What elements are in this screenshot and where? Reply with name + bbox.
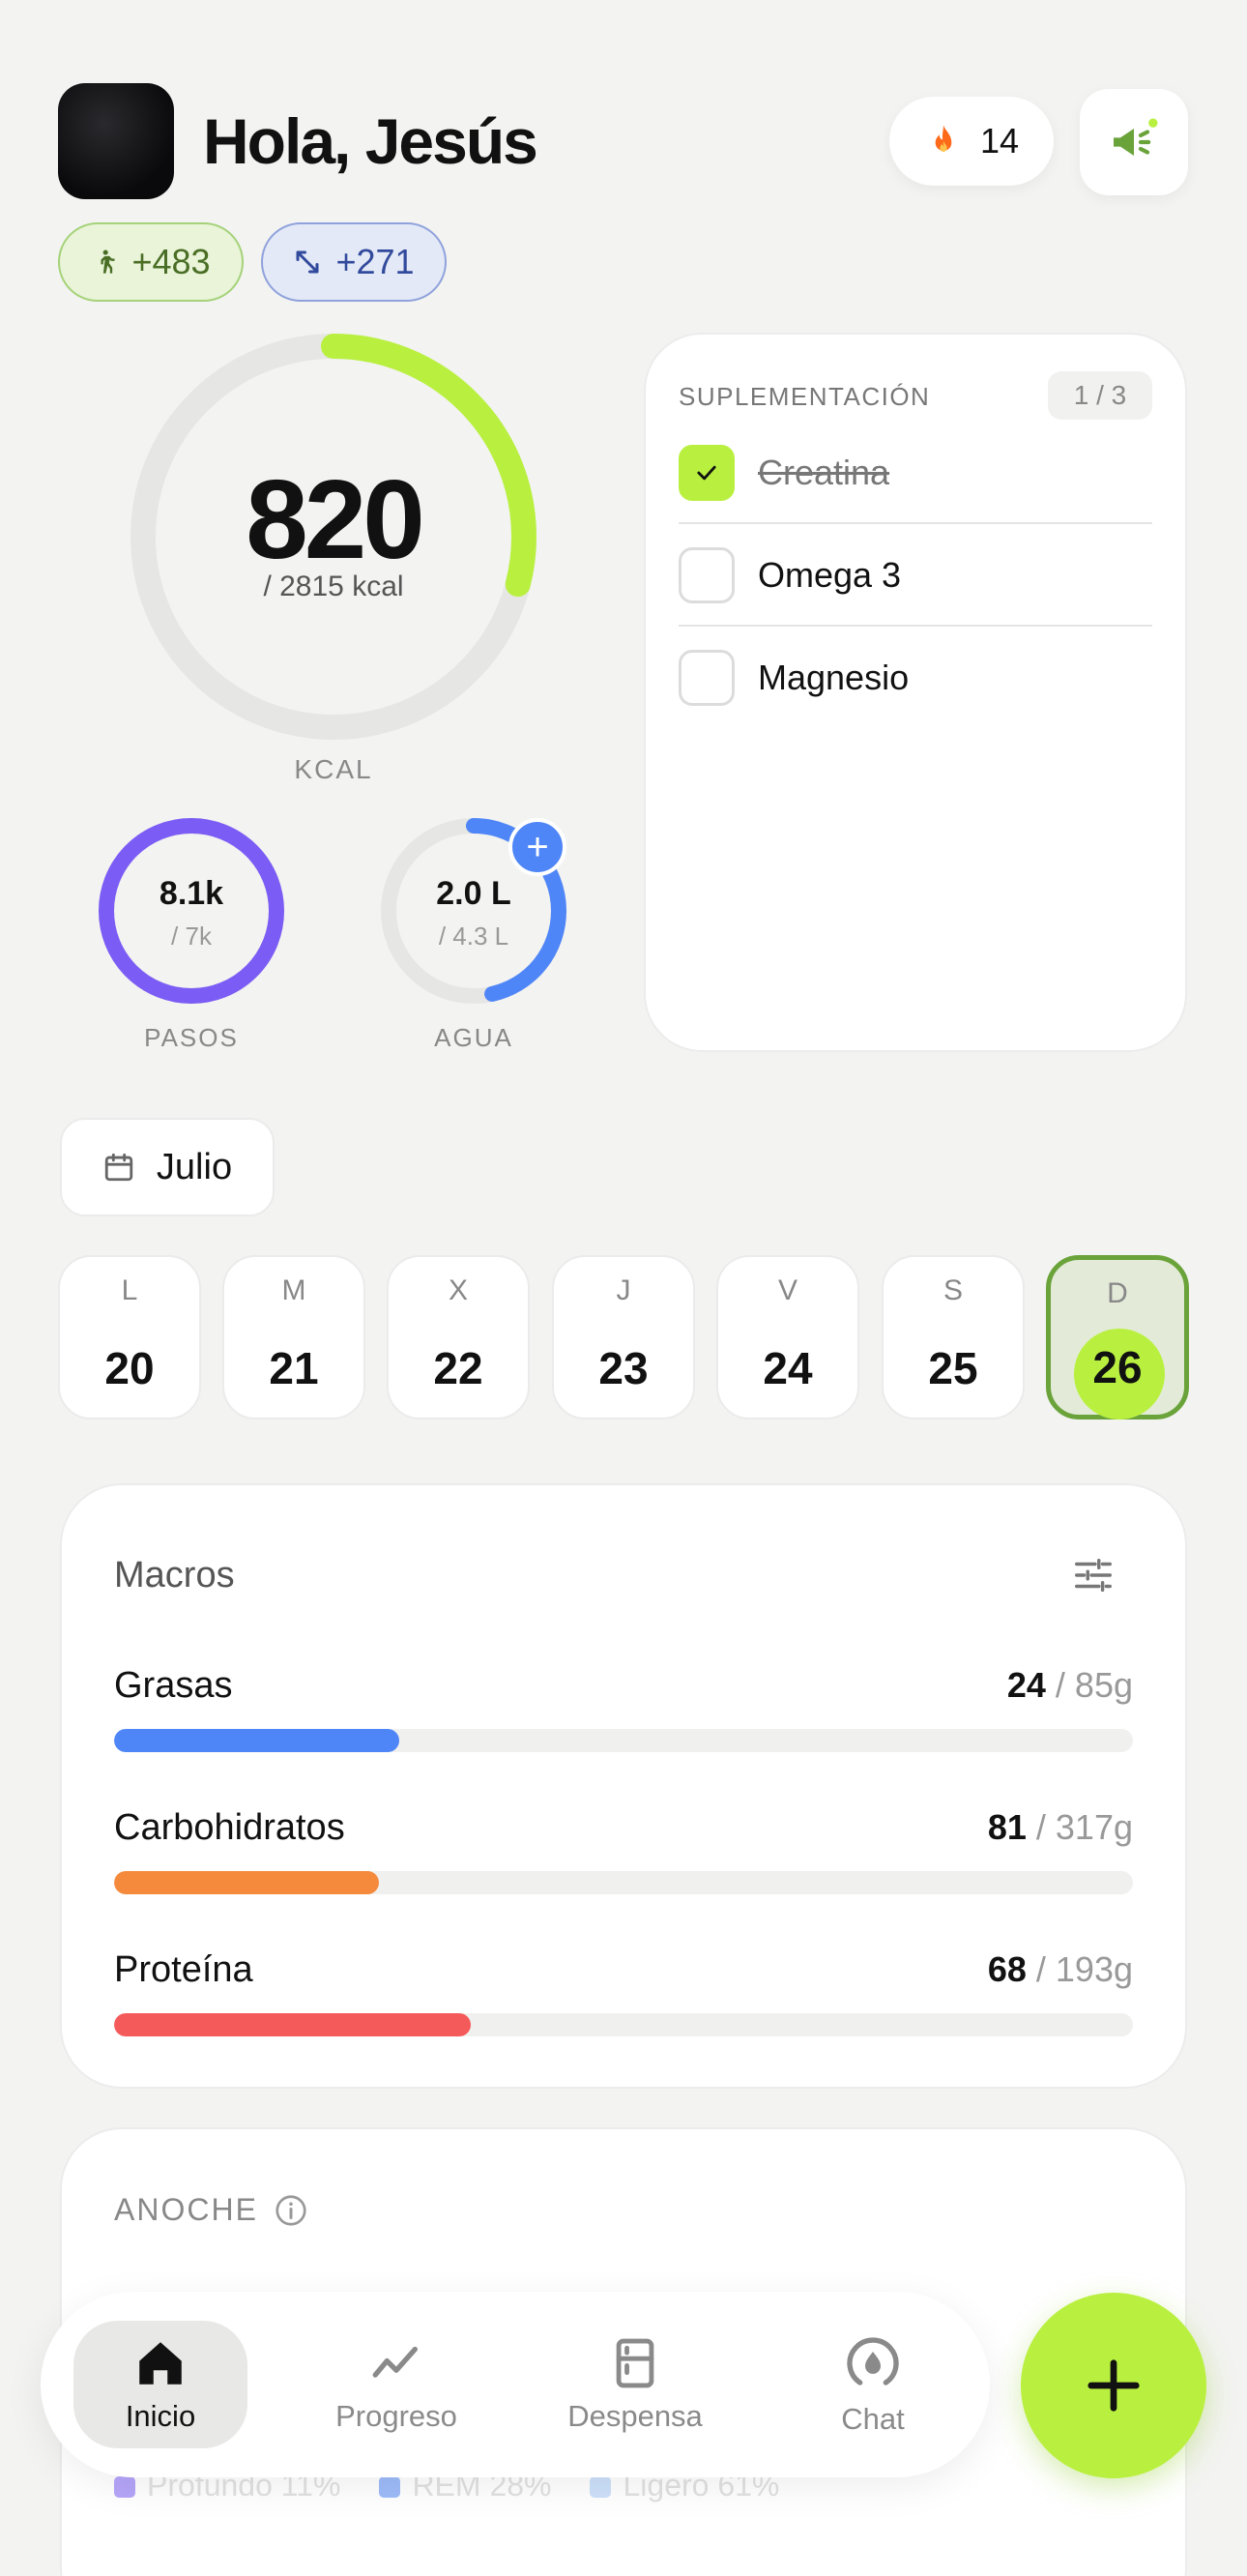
day-number: 23 [598,1343,649,1393]
day-letter: L [121,1274,138,1306]
walking-icon [101,249,115,274]
day-letter: X [448,1274,468,1306]
distance-delta-pill[interactable]: +271 [261,222,447,302]
supplement-checkbox-checked[interactable] [679,444,735,501]
flame-icon [935,125,952,152]
day-23[interactable]: J 23 [552,1255,695,1420]
steps-delta-value: +483 [131,242,211,281]
macros-title: Macros [114,1555,235,1595]
macro-bar-carbohidratos [114,1871,1133,1894]
day-number: 24 [763,1343,813,1393]
supplement-checkbox[interactable] [679,649,735,706]
announcements-button[interactable] [1080,89,1188,195]
nav-item-inicio[interactable]: Inicio [73,2321,247,2448]
calories-goal: / 2815 kcal [263,571,404,602]
steps-label: PASOS [144,1023,239,1052]
day-letter: D [1107,1277,1128,1309]
day-letter: M [281,1274,306,1306]
steps-goal: / 7k [171,922,212,951]
steps-delta-pill[interactable]: +483 [58,222,244,302]
chat-drop-icon [847,2337,899,2386]
day-22[interactable]: X 22 [387,1255,530,1420]
trend-line-icon [372,2346,418,2378]
info-icon[interactable] [274,2193,308,2228]
macro-name-carbohidratos: Carbohidratos [114,1807,345,1848]
home-icon [139,2342,182,2385]
day-25[interactable]: S 25 [882,1255,1025,1420]
macro-name-proteina: Proteína [114,1949,253,1990]
supplement-label: Creatina [758,452,890,492]
day-21[interactable]: M 21 [222,1255,365,1420]
macro-name-grasas: Grasas [114,1665,233,1706]
sleep-title: ANOCHE [114,2192,308,2228]
streak-button[interactable]: 14 [889,97,1054,186]
day-24[interactable]: V 24 [716,1255,859,1420]
supplement-item-omega3[interactable]: Omega 3 [679,525,1152,627]
day-letter: S [942,1274,963,1306]
day-number: 26 [1092,1342,1143,1392]
day-number: 20 [104,1343,155,1393]
macro-bar-proteina [114,2013,1133,2036]
nav-item-despensa[interactable]: Despensa [548,2321,722,2448]
supplements-count: 1 / 3 [1048,371,1152,420]
month-selector[interactable]: Julio [60,1118,275,1216]
supplements-title: SUPLEMENTACIÓN [679,382,931,411]
add-button[interactable] [1021,2293,1206,2478]
calories-value: 820 [246,456,425,582]
sliders-icon[interactable] [1071,1553,1116,1597]
supplement-checkbox[interactable] [679,546,735,603]
macro-value-carbohidratos: 81 / 317g [987,1807,1133,1847]
add-water-button[interactable]: + [508,818,566,876]
water-value: 2.0 L [436,875,511,912]
diagonal-arrows-icon [296,250,319,274]
water-label: AGUA [434,1023,513,1052]
day-letter: V [777,1274,798,1306]
day-number: 25 [928,1343,978,1393]
supplement-item-creatina[interactable]: Creatina [679,423,1152,524]
macro-value-grasas: 24 / 85g [1006,1665,1133,1705]
streak-count: 14 [979,121,1020,161]
supplement-item-magnesio[interactable]: Magnesio [679,627,1152,728]
water-goal: / 4.3 L [438,922,509,951]
steps-value: 8.1k [159,875,224,912]
fridge-icon [616,2338,654,2388]
supplement-label: Omega 3 [758,554,902,595]
check-icon [697,465,716,480]
macro-bar-fill [114,2013,471,2036]
nav-item-progreso[interactable]: Progreso [309,2321,483,2448]
supplement-label: Magnesio [758,657,910,697]
macro-bar-grasas [114,1729,1133,1752]
day-number: 21 [269,1343,319,1393]
day-26-selected[interactable]: D 26 [1046,1255,1189,1420]
macro-bar-fill [114,1871,380,1894]
distance-delta-value: +271 [335,242,415,281]
avatar[interactable] [58,83,174,199]
day-letter: J [616,1274,631,1306]
day-20[interactable]: L 20 [58,1255,201,1420]
nav-item-chat[interactable]: Chat [786,2321,960,2448]
megaphone-icon [1114,118,1158,156]
macro-bar-fill [114,1729,400,1752]
day-number: 22 [433,1343,483,1393]
calendar-icon [104,1153,133,1182]
month-label: Julio [156,1146,233,1187]
calories-label: KCAL [294,754,373,784]
macro-value-proteina: 68 / 193g [987,1949,1133,1989]
greeting-title: Hola, Jesús [203,105,538,177]
plus-icon [1088,2359,1140,2412]
